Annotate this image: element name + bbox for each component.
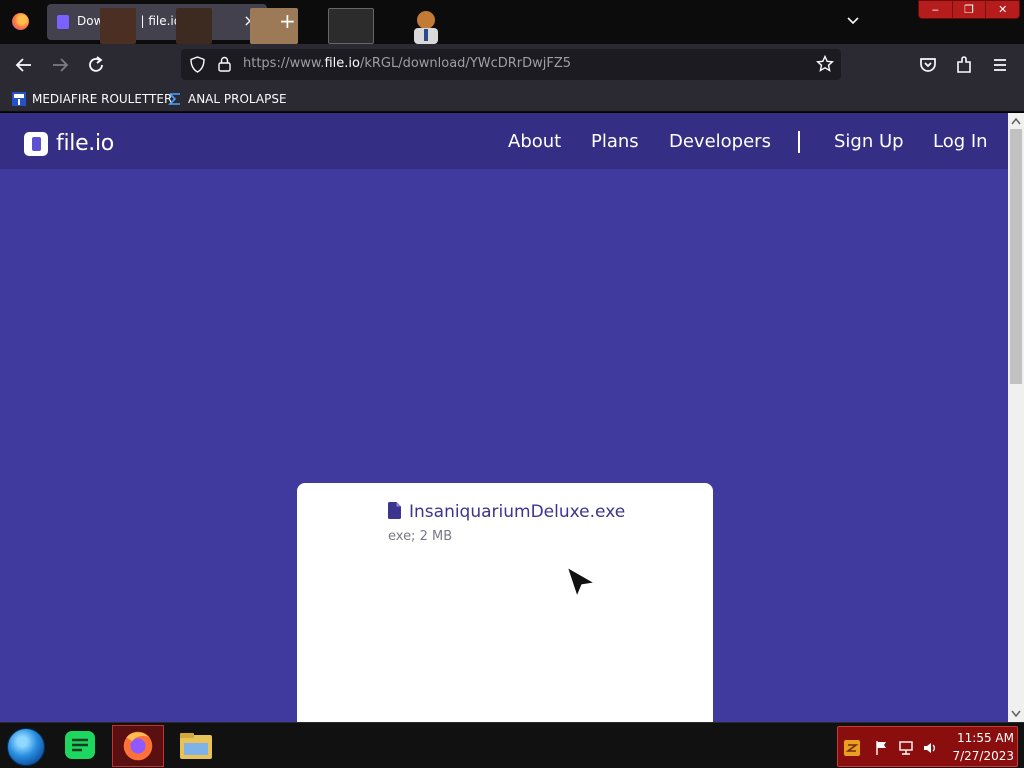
person-thumbnail xyxy=(414,11,438,44)
minimize-button[interactable]: ‒ xyxy=(919,1,953,18)
background-thumbnail xyxy=(100,8,136,44)
restore-button[interactable]: ❐ xyxy=(953,1,987,18)
nav-divider xyxy=(798,131,800,153)
nav-about[interactable]: About xyxy=(508,131,561,152)
bookmark-label: MEDIAFIRE ROULETTER xyxy=(32,92,173,106)
start-button[interactable] xyxy=(7,728,45,766)
file-name-link[interactable]: InsaniquariumDeluxe.exe xyxy=(409,502,625,522)
page-scrollbar[interactable] xyxy=(1008,113,1024,722)
fileio-favicon-icon xyxy=(57,15,69,29)
scroll-up-icon[interactable] xyxy=(1011,117,1021,125)
file-explorer-icon[interactable] xyxy=(170,725,222,767)
firefox-icon xyxy=(123,731,153,761)
background-thumbnail xyxy=(328,8,374,44)
firefox-taskbar-button[interactable] xyxy=(112,725,164,767)
clock-time[interactable]: 11:55 AM xyxy=(948,731,1014,745)
page-viewport: file.io About Plans Developers Sign Up L… xyxy=(0,113,1008,722)
volume-icon[interactable] xyxy=(922,740,938,756)
screen: Download | file.io × + ‒ ❐ ✕ xyxy=(0,0,1024,768)
forward-icon[interactable] xyxy=(48,53,72,77)
system-tray: 11:55 AM 7/27/2023 xyxy=(837,726,1018,767)
scroll-down-icon[interactable] xyxy=(1011,710,1021,718)
url-text[interactable]: https://www.file.io/kRGL/download/YWcDRr… xyxy=(243,56,571,71)
extensions-icon[interactable] xyxy=(952,53,976,77)
url-host: file.io xyxy=(324,56,360,71)
url-bar[interactable]: https://www.file.io/kRGL/download/YWcDRr… xyxy=(181,49,841,80)
site-header: file.io About Plans Developers Sign Up L… xyxy=(0,113,1008,169)
clock-date[interactable]: 7/27/2023 xyxy=(948,749,1014,763)
download-card: InsaniquariumDeluxe.exe exe; 2 MB xyxy=(297,483,713,722)
tab-download[interactable]: Download | file.io × xyxy=(47,4,267,40)
bookmark-label: ANAL PROLAPSE xyxy=(188,92,287,106)
mouse-cursor-icon xyxy=(565,565,597,599)
network-icon[interactable] xyxy=(898,740,914,756)
bookmark-item[interactable]: ANAL PROLAPSE xyxy=(168,90,287,108)
nav-sign-up[interactable]: Sign Up xyxy=(834,131,904,152)
window-controls: ‒ ❐ ✕ xyxy=(918,0,1020,19)
pocket-icon[interactable] xyxy=(916,53,940,77)
background-thumbnail xyxy=(176,8,212,44)
mft-icon xyxy=(12,92,26,106)
firefox-menu-icon[interactable] xyxy=(12,13,29,30)
url-path: /kRGL/download/YWcDRrDwjFZ5 xyxy=(359,56,572,71)
back-icon[interactable] xyxy=(12,53,36,77)
menu-hamburger-icon[interactable] xyxy=(988,53,1012,77)
site-logo[interactable]: file.io xyxy=(24,131,114,156)
notes-app-icon[interactable] xyxy=(54,725,106,767)
action-center-flag-icon[interactable] xyxy=(874,740,890,756)
sigma-icon xyxy=(168,93,180,105)
close-window-button[interactable]: ✕ xyxy=(986,1,1019,18)
nav-plans[interactable]: Plans xyxy=(591,131,639,152)
lock-icon[interactable] xyxy=(218,56,231,72)
fileio-logo-icon xyxy=(24,131,48,156)
url-prefix: https://www. xyxy=(243,56,325,71)
chevron-down-icon[interactable] xyxy=(846,14,860,28)
file-icon xyxy=(388,502,401,519)
bookmark-item[interactable]: MEDIAFIRE ROULETTER xyxy=(12,90,172,108)
logo-text: file.io xyxy=(56,131,114,156)
nav-log-in[interactable]: Log In xyxy=(933,131,988,152)
reload-icon[interactable] xyxy=(84,53,108,77)
tracking-shield-icon[interactable] xyxy=(190,56,205,73)
nav-developers[interactable]: Developers xyxy=(669,131,771,152)
taskbar: 11:55 AM 7/27/2023 xyxy=(0,722,1024,768)
tab-strip: Download | file.io × + ‒ ❐ ✕ xyxy=(0,0,1024,44)
file-meta: exe; 2 MB xyxy=(388,529,453,544)
bookmark-star-icon[interactable] xyxy=(816,55,834,73)
bookmarks-toolbar: MEDIAFIRE ROULETTER ANAL PROLAPSE xyxy=(0,85,1024,112)
tray-app-icon[interactable] xyxy=(844,740,860,756)
new-tab-button[interactable]: + xyxy=(279,10,296,32)
scrollbar-thumb[interactable] xyxy=(1010,129,1022,384)
nav-bar: https://www.file.io/kRGL/download/YWcDRr… xyxy=(0,44,1024,85)
